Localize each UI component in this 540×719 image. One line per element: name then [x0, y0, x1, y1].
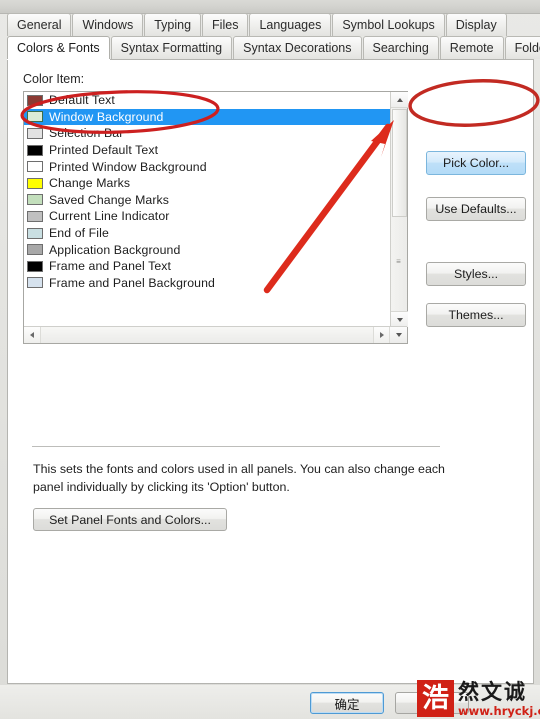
themes-button[interactable]: Themes...: [426, 303, 526, 327]
list-item-label: Change Marks: [49, 176, 131, 191]
tab-remote[interactable]: Remote: [439, 36, 504, 59]
list-item[interactable]: Change Marks: [24, 175, 391, 192]
color-swatch-icon: [27, 210, 43, 222]
tab-row-secondary: Colors & Fonts Syntax Formatting Syntax De…: [7, 36, 540, 59]
chevron-up-icon: [396, 97, 403, 102]
chevron-right-icon: [380, 332, 384, 338]
chevron-left-icon: [30, 332, 34, 338]
settings-content-panel: Color Item: Default Text Window Backgroun…: [7, 59, 534, 684]
tab-syntax-decorations[interactable]: Syntax Decorations: [233, 36, 362, 59]
tab-display[interactable]: Display: [445, 13, 507, 36]
tab-label: Syntax Decorations: [243, 41, 352, 55]
color-item-list[interactable]: Default Text Window Background Selection B…: [24, 92, 391, 327]
tab-strip: General Windows Typing Files Languages Symbol…: [7, 13, 540, 60]
scrollbar-corner-button[interactable]: [389, 327, 407, 343]
tab-label: Display: [455, 18, 497, 32]
color-swatch-icon: [27, 244, 43, 256]
tab-row-primary: General Windows Typing Files Languages Symbol…: [7, 13, 534, 36]
chevron-down-small-icon: [395, 333, 402, 337]
scroll-up-button[interactable]: [391, 92, 408, 108]
color-swatch-icon: [27, 260, 43, 272]
watermark: 浩 然文诚 www.hryckj.cn: [417, 678, 540, 719]
color-swatch-icon: [27, 127, 43, 139]
color-swatch-icon: [27, 194, 43, 206]
color-swatch-icon: [27, 177, 43, 189]
list-item[interactable]: Current Line Indicator: [24, 208, 391, 225]
watermark-brand-text: 然文诚: [458, 680, 527, 704]
styles-button[interactable]: Styles...: [426, 262, 526, 286]
list-item[interactable]: Printed Window Background: [24, 158, 391, 175]
list-item-label: Application Background: [49, 242, 181, 257]
use-defaults-button[interactable]: Use Defaults...: [426, 197, 526, 221]
scroll-right-button[interactable]: [373, 327, 390, 343]
list-item-label: Window Background: [49, 109, 164, 124]
list-item-label: Current Line Indicator: [49, 209, 170, 224]
tab-symbol-lookups[interactable]: Symbol Lookups: [332, 13, 445, 36]
chevron-down-icon: [396, 317, 403, 322]
tab-label: Syntax Formatting: [120, 41, 223, 55]
watermark-seal-char: 浩: [422, 682, 449, 714]
section-divider: [32, 446, 440, 447]
tab-windows[interactable]: Windows: [72, 13, 144, 36]
tab-typing[interactable]: Typing: [144, 13, 202, 36]
list-item[interactable]: Selection Bar: [24, 125, 391, 142]
color-item-label: Color Item:: [23, 72, 85, 86]
color-item-listbox[interactable]: Default Text Window Background Selection B…: [23, 91, 408, 344]
window-title-bar: [0, 0, 540, 14]
list-item-label: Printed Default Text: [49, 143, 159, 158]
list-item-label: Default Text: [49, 93, 115, 108]
watermark-seal-icon: 浩: [417, 680, 454, 717]
list-item-label: Frame and Panel Text: [49, 259, 172, 274]
tab-label: Folders: [514, 41, 540, 55]
list-item[interactable]: Saved Change Marks: [24, 192, 391, 209]
list-item-label: Selection Bar: [49, 126, 124, 141]
tab-files[interactable]: Files: [202, 13, 249, 36]
tab-label: Typing: [154, 18, 192, 32]
tab-label: Files: [212, 18, 239, 32]
list-item[interactable]: Printed Default Text: [24, 142, 391, 159]
tab-label: Windows: [82, 18, 134, 32]
scroll-left-button[interactable]: [24, 327, 41, 343]
list-item[interactable]: Application Background: [24, 241, 391, 258]
color-swatch-icon: [27, 144, 43, 156]
scroll-grip-icon: ≡: [396, 257, 401, 266]
tab-label: General: [17, 18, 62, 32]
scroll-down-button[interactable]: [391, 311, 408, 327]
tab-label: Symbol Lookups: [342, 18, 435, 32]
color-swatch-icon: [27, 94, 43, 106]
list-item-label: Frame and Panel Background: [49, 275, 215, 290]
list-item[interactable]: Frame and Panel Background: [24, 275, 391, 292]
tab-syntax-formatting[interactable]: Syntax Formatting: [110, 36, 233, 59]
color-swatch-icon: [27, 161, 43, 173]
list-vertical-scrollbar[interactable]: ≡: [390, 92, 408, 327]
list-item[interactable]: End of File: [24, 225, 391, 242]
pick-color-button[interactable]: Pick Color...: [426, 151, 526, 175]
list-item[interactable]: Frame and Panel Text: [24, 258, 391, 275]
tab-searching[interactable]: Searching: [362, 36, 439, 59]
tab-label: Languages: [259, 18, 322, 32]
set-panel-fonts-and-colors-button[interactable]: Set Panel Fonts and Colors...: [33, 508, 227, 531]
tab-colors-fonts[interactable]: Colors & Fonts: [7, 36, 110, 59]
list-horizontal-scrollbar[interactable]: [24, 326, 407, 343]
tab-general[interactable]: General: [7, 13, 72, 36]
color-swatch-icon: [27, 227, 43, 239]
color-swatch-icon: [27, 277, 43, 289]
tab-folders[interactable]: Folders: [504, 36, 540, 59]
list-item[interactable]: Window Background: [24, 108, 391, 126]
vertical-scroll-thumb[interactable]: [392, 109, 407, 217]
settings-dialog: General Windows Typing Files Languages Symbol…: [0, 0, 540, 719]
tab-label: Remote: [449, 41, 494, 55]
color-swatch-icon: [27, 111, 43, 123]
ok-button[interactable]: 确定: [310, 692, 384, 714]
list-item[interactable]: Default Text: [24, 92, 391, 109]
list-item-label: Printed Window Background: [49, 159, 207, 174]
list-item-label: Saved Change Marks: [49, 192, 170, 207]
tab-languages[interactable]: Languages: [249, 13, 332, 36]
tab-label: Searching: [372, 41, 429, 55]
list-item-label: End of File: [49, 226, 109, 241]
tab-label: Colors & Fonts: [17, 41, 100, 55]
watermark-url: www.hryckj.cn: [458, 704, 540, 718]
panel-description: This sets the fonts and colors used in a…: [33, 462, 445, 494]
